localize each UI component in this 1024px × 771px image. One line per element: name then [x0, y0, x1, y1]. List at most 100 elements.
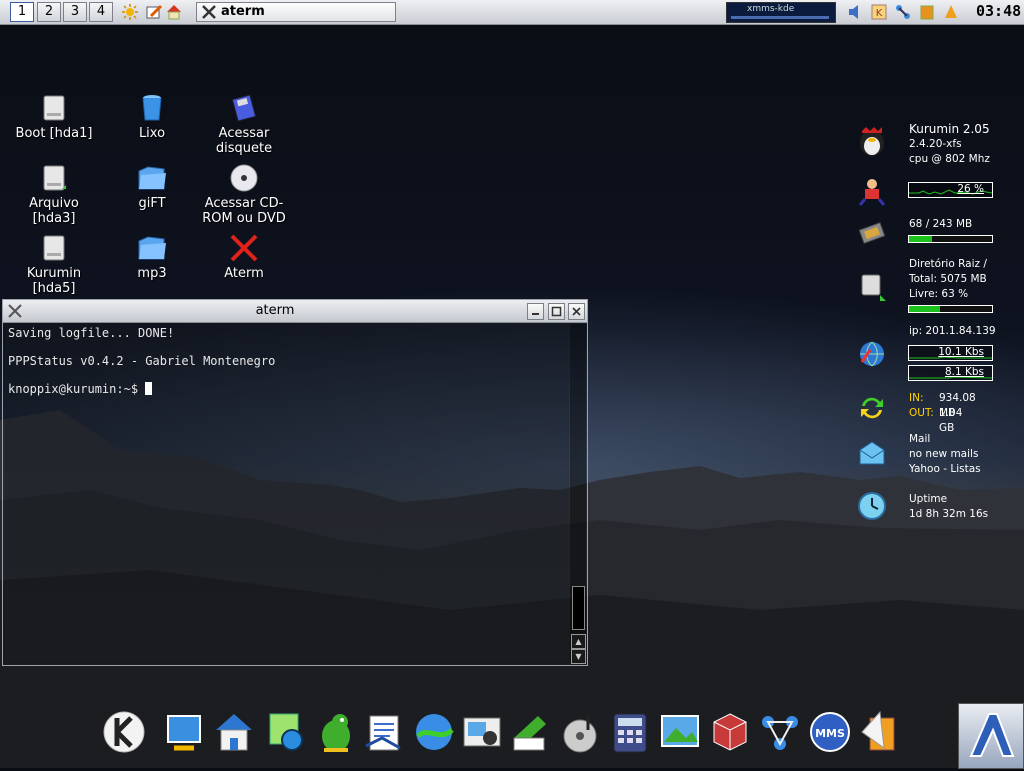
kde-logo-icon [969, 713, 1015, 757]
speaker-icon[interactable] [846, 3, 864, 21]
desktop-icon[interactable] [162, 708, 206, 756]
folder-icon [138, 236, 166, 260]
svg-text:MMS: MMS [815, 727, 845, 740]
desktop-icon-aterm[interactable]: Aterm [196, 233, 292, 281]
home-icon[interactable] [212, 708, 256, 756]
edit-icon[interactable] [145, 3, 163, 21]
sun-icon[interactable] [121, 3, 139, 21]
desktop-icon-label: Boot [hda1] [15, 126, 93, 141]
memory-bar [908, 235, 993, 243]
kde-menu-button[interactable] [958, 703, 1024, 769]
traffic-out-label: OUT: [909, 407, 934, 419]
hard-drive-icon [43, 235, 65, 261]
maximize-icon [551, 306, 562, 317]
disk-icon [861, 274, 886, 301]
maximize-button[interactable] [548, 303, 565, 320]
memory-chip-icon [858, 222, 886, 244]
desktop-icon-arquivo[interactable]: Arquivo [hda3] [6, 163, 102, 226]
clipboard-icon[interactable] [918, 3, 936, 21]
desktop-icon-label: Acessar CD-ROM ou DVD [202, 196, 286, 226]
x-icon [202, 5, 216, 19]
upload-speed: 8.1 Kbs [944, 366, 984, 378]
desktop-icon-label: mp3 [137, 266, 167, 281]
music-icon[interactable] [558, 708, 602, 756]
desktop-icon-cdrom[interactable]: Acessar CD-ROM ou DVD [196, 163, 292, 226]
settings-icon[interactable] [264, 708, 308, 756]
clock[interactable]: 03:48 [976, 2, 1021, 20]
minimize-button[interactable] [527, 303, 544, 320]
folder-icon [138, 166, 166, 190]
window-titlebar[interactable]: aterm [3, 300, 587, 323]
network-ip: ip: 201.1.84.139 [909, 325, 996, 337]
mail-account: Yahoo - Listas [909, 463, 981, 475]
mascot-icon[interactable] [942, 3, 960, 21]
package-icon[interactable] [858, 708, 902, 756]
memory-bar-fill [909, 236, 933, 242]
disk-total: Total: 5075 MB [909, 273, 987, 285]
uptime-title: Uptime [909, 493, 948, 505]
globe-network-icon [860, 341, 884, 367]
desktop-icon-gift[interactable]: giFT [104, 163, 200, 211]
image-viewer-icon[interactable] [658, 708, 702, 756]
close-icon [572, 307, 581, 316]
refresh-arrows-icon [861, 397, 883, 419]
xmms-progress[interactable] [731, 16, 829, 19]
photo-icon[interactable] [460, 708, 504, 756]
calculator-icon[interactable] [608, 708, 652, 756]
disk-free: Livre: 63 % [909, 288, 969, 300]
scroll-down-button[interactable]: ▼ [571, 649, 586, 664]
network-icon[interactable] [758, 708, 802, 756]
keyboard-layout-icon[interactable]: K [870, 3, 888, 21]
mascot-icon[interactable] [314, 708, 358, 756]
mail-status: no new mails [909, 448, 979, 460]
network-icon[interactable] [894, 3, 912, 21]
system-info: Kurumin 2.05 2.4.20-xfs cpu @ 802 Mhz [909, 122, 990, 167]
home-icon[interactable] [165, 3, 183, 21]
cpu-usage-graph: 26 % [908, 182, 993, 198]
notes-icon[interactable] [508, 708, 552, 756]
desktop-switcher-3[interactable]: 3 [63, 2, 87, 22]
kde-cube-icon[interactable] [708, 708, 752, 756]
cdrom-icon [230, 164, 258, 192]
desktop-icon-boot[interactable]: Boot [hda1] [6, 93, 102, 141]
system-cpu: cpu @ 802 Mhz [909, 153, 990, 165]
desktop-switcher-4[interactable]: 4 [89, 2, 113, 22]
close-button[interactable] [568, 303, 585, 320]
desktop-icon-floppy[interactable]: Acessar disquete [196, 93, 292, 156]
system-kernel: 2.4.20-xfs [909, 138, 962, 150]
disk-info: Diretório Raiz / Total: 5075 MB Livre: 6… [909, 257, 987, 302]
disk-bar [908, 305, 993, 313]
scroll-up-button[interactable]: ▲ [571, 634, 586, 649]
x-icon [230, 234, 258, 262]
xmms-kde-applet[interactable]: xmms-kde [726, 2, 836, 23]
cpu-runner-icon [858, 179, 886, 206]
terminal-output[interactable]: Saving logfile... DONE! PPPStatus v0.4.2… [5, 324, 569, 660]
system-name: Kurumin 2.05 [909, 122, 990, 136]
terminal-prompt: knoppix@kurumin:~$ [8, 382, 146, 396]
traffic-info: IN: 934.08 MB OUT: 1.04 GB [909, 391, 976, 434]
trash-icon [142, 95, 162, 121]
terminal-scrollbar[interactable]: ▲ ▼ [570, 324, 586, 664]
text-editor-icon[interactable] [362, 708, 406, 756]
desktop-icon-kurumin[interactable]: Kurumin [hda5] [6, 233, 102, 296]
aterm-window[interactable]: aterm Saving logfile... DONE! PPPStatus … [2, 299, 588, 666]
desktop-icon-label: giFT [138, 196, 166, 211]
uptime-value: 1d 8h 32m 16s [909, 508, 989, 520]
browser-icon[interactable] [412, 708, 456, 756]
xmms-icon[interactable]: MMS [808, 708, 852, 756]
xmms-label: xmms-kde [747, 4, 795, 14]
mail-info: Mail no new mails Yahoo - Listas [909, 432, 981, 477]
top-panel: 1 2 3 4 aterm xmms-kde K 03:48 [0, 0, 1024, 25]
desktop-switcher-2[interactable]: 2 [37, 2, 61, 22]
download-speed: 10.1 Kbs [938, 346, 984, 358]
window-title: aterm [255, 303, 295, 318]
terminal-line: PPPStatus v0.4.2 - Gabriel Montenegro [8, 354, 276, 368]
tux-mascot-icon [860, 127, 884, 156]
desktop-switcher-1[interactable]: 1 [10, 2, 34, 22]
mail-title: Mail [909, 433, 931, 445]
desktop-icon-mp3[interactable]: mp3 [104, 233, 200, 281]
desktop-icon-trash[interactable]: Lixo [104, 93, 200, 141]
kde-k-icon[interactable] [102, 708, 146, 756]
taskbar-button-aterm[interactable]: aterm [196, 2, 396, 22]
scrollbar-thumb[interactable] [572, 586, 585, 630]
